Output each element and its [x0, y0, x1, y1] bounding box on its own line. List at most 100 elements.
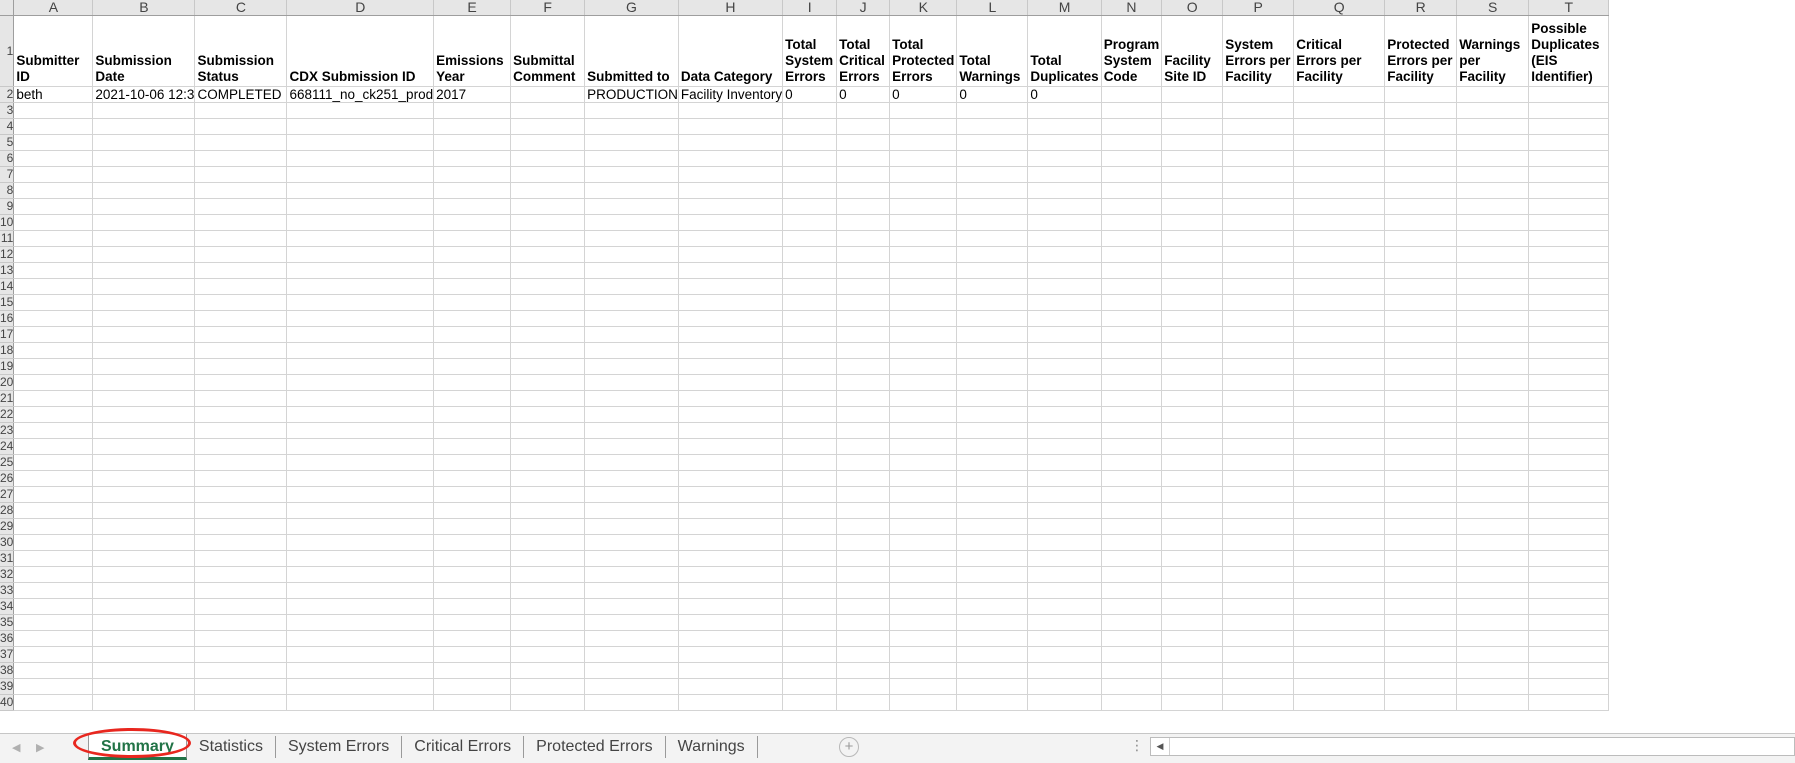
empty-cell[interactable]	[1101, 438, 1163, 455]
empty-cell[interactable]	[1027, 198, 1102, 215]
empty-cell[interactable]	[194, 374, 288, 391]
empty-cell[interactable]	[286, 630, 435, 647]
empty-cell[interactable]	[194, 134, 288, 151]
empty-cell[interactable]	[584, 486, 679, 503]
row-header[interactable]: 13	[0, 262, 15, 279]
row-header[interactable]: 16	[0, 310, 15, 327]
empty-cell[interactable]	[13, 694, 94, 711]
empty-cell[interactable]	[1384, 134, 1458, 151]
empty-cell[interactable]	[889, 502, 958, 519]
empty-cell[interactable]	[1161, 214, 1224, 231]
header-cell[interactable]: Total Critical Errors	[836, 15, 891, 87]
empty-cell[interactable]	[782, 246, 838, 263]
empty-cell[interactable]	[956, 358, 1029, 375]
empty-cell[interactable]	[433, 582, 512, 599]
empty-cell[interactable]	[889, 358, 958, 375]
empty-cell[interactable]	[1456, 550, 1530, 567]
empty-cell[interactable]	[836, 422, 891, 439]
empty-cell[interactable]	[1222, 614, 1295, 631]
empty-cell[interactable]	[433, 502, 512, 519]
empty-cell[interactable]	[92, 182, 196, 199]
empty-cell[interactable]	[1384, 118, 1458, 135]
empty-cell[interactable]	[13, 246, 94, 263]
empty-cell[interactable]	[782, 118, 838, 135]
empty-cell[interactable]	[1161, 630, 1224, 647]
empty-cell[interactable]	[510, 438, 586, 455]
empty-cell[interactable]	[1384, 406, 1458, 423]
empty-cell[interactable]	[1222, 454, 1295, 471]
data-cell[interactable]: 0	[782, 86, 838, 103]
empty-cell[interactable]	[1101, 598, 1163, 615]
empty-cell[interactable]	[584, 278, 679, 295]
row-header[interactable]: 9	[0, 198, 15, 215]
empty-cell[interactable]	[889, 678, 958, 695]
empty-cell[interactable]	[1027, 678, 1102, 695]
empty-cell[interactable]	[584, 470, 679, 487]
empty-cell[interactable]	[1027, 262, 1102, 279]
empty-cell[interactable]	[584, 294, 679, 311]
empty-cell[interactable]	[433, 102, 512, 119]
empty-cell[interactable]	[1027, 134, 1102, 151]
empty-cell[interactable]	[1528, 134, 1610, 151]
empty-cell[interactable]	[92, 374, 196, 391]
empty-cell[interactable]	[1222, 262, 1295, 279]
empty-cell[interactable]	[889, 326, 958, 343]
empty-cell[interactable]	[1222, 582, 1295, 599]
empty-cell[interactable]	[782, 166, 838, 183]
empty-cell[interactable]	[836, 694, 891, 711]
column-header[interactable]: P	[1222, 0, 1295, 16]
empty-cell[interactable]	[433, 230, 512, 247]
empty-cell[interactable]	[1384, 646, 1458, 663]
empty-cell[interactable]	[92, 310, 196, 327]
empty-cell[interactable]	[1101, 182, 1163, 199]
empty-cell[interactable]	[13, 502, 94, 519]
empty-cell[interactable]	[1456, 166, 1530, 183]
empty-cell[interactable]	[1101, 118, 1163, 135]
empty-cell[interactable]	[889, 246, 958, 263]
empty-cell[interactable]	[584, 438, 679, 455]
row-header[interactable]: 37	[0, 646, 15, 663]
data-cell[interactable]: COMPLETED	[194, 86, 288, 103]
empty-cell[interactable]	[1528, 390, 1610, 407]
empty-cell[interactable]	[782, 102, 838, 119]
empty-cell[interactable]	[584, 406, 679, 423]
empty-cell[interactable]	[1456, 454, 1530, 471]
empty-cell[interactable]	[836, 582, 891, 599]
empty-cell[interactable]	[1293, 182, 1386, 199]
empty-cell[interactable]	[1456, 678, 1530, 695]
empty-cell[interactable]	[889, 118, 958, 135]
empty-cell[interactable]	[510, 678, 586, 695]
empty-cell[interactable]	[678, 630, 784, 647]
empty-cell[interactable]	[1161, 230, 1224, 247]
empty-cell[interactable]	[889, 214, 958, 231]
empty-cell[interactable]	[13, 182, 94, 199]
row-header[interactable]: 2	[0, 86, 15, 103]
empty-cell[interactable]	[1384, 550, 1458, 567]
empty-cell[interactable]	[782, 278, 838, 295]
empty-cell[interactable]	[836, 534, 891, 551]
empty-cell[interactable]	[889, 662, 958, 679]
empty-cell[interactable]	[1027, 454, 1102, 471]
empty-cell[interactable]	[433, 534, 512, 551]
empty-cell[interactable]	[678, 166, 784, 183]
empty-cell[interactable]	[678, 566, 784, 583]
row-header[interactable]: 18	[0, 342, 15, 359]
empty-cell[interactable]	[1293, 566, 1386, 583]
empty-cell[interactable]	[1101, 262, 1163, 279]
empty-cell[interactable]	[889, 694, 958, 711]
empty-cell[interactable]	[1101, 246, 1163, 263]
empty-cell[interactable]	[1384, 470, 1458, 487]
empty-cell[interactable]	[1027, 166, 1102, 183]
empty-cell[interactable]	[1456, 614, 1530, 631]
empty-cell[interactable]	[836, 630, 891, 647]
empty-cell[interactable]	[92, 246, 196, 263]
empty-cell[interactable]	[1101, 342, 1163, 359]
empty-cell[interactable]	[1027, 294, 1102, 311]
empty-cell[interactable]	[286, 694, 435, 711]
column-header[interactable]: A	[13, 0, 94, 16]
empty-cell[interactable]	[1161, 262, 1224, 279]
empty-cell[interactable]	[1161, 646, 1224, 663]
empty-cell[interactable]	[194, 118, 288, 135]
empty-cell[interactable]	[1384, 230, 1458, 247]
empty-cell[interactable]	[836, 518, 891, 535]
